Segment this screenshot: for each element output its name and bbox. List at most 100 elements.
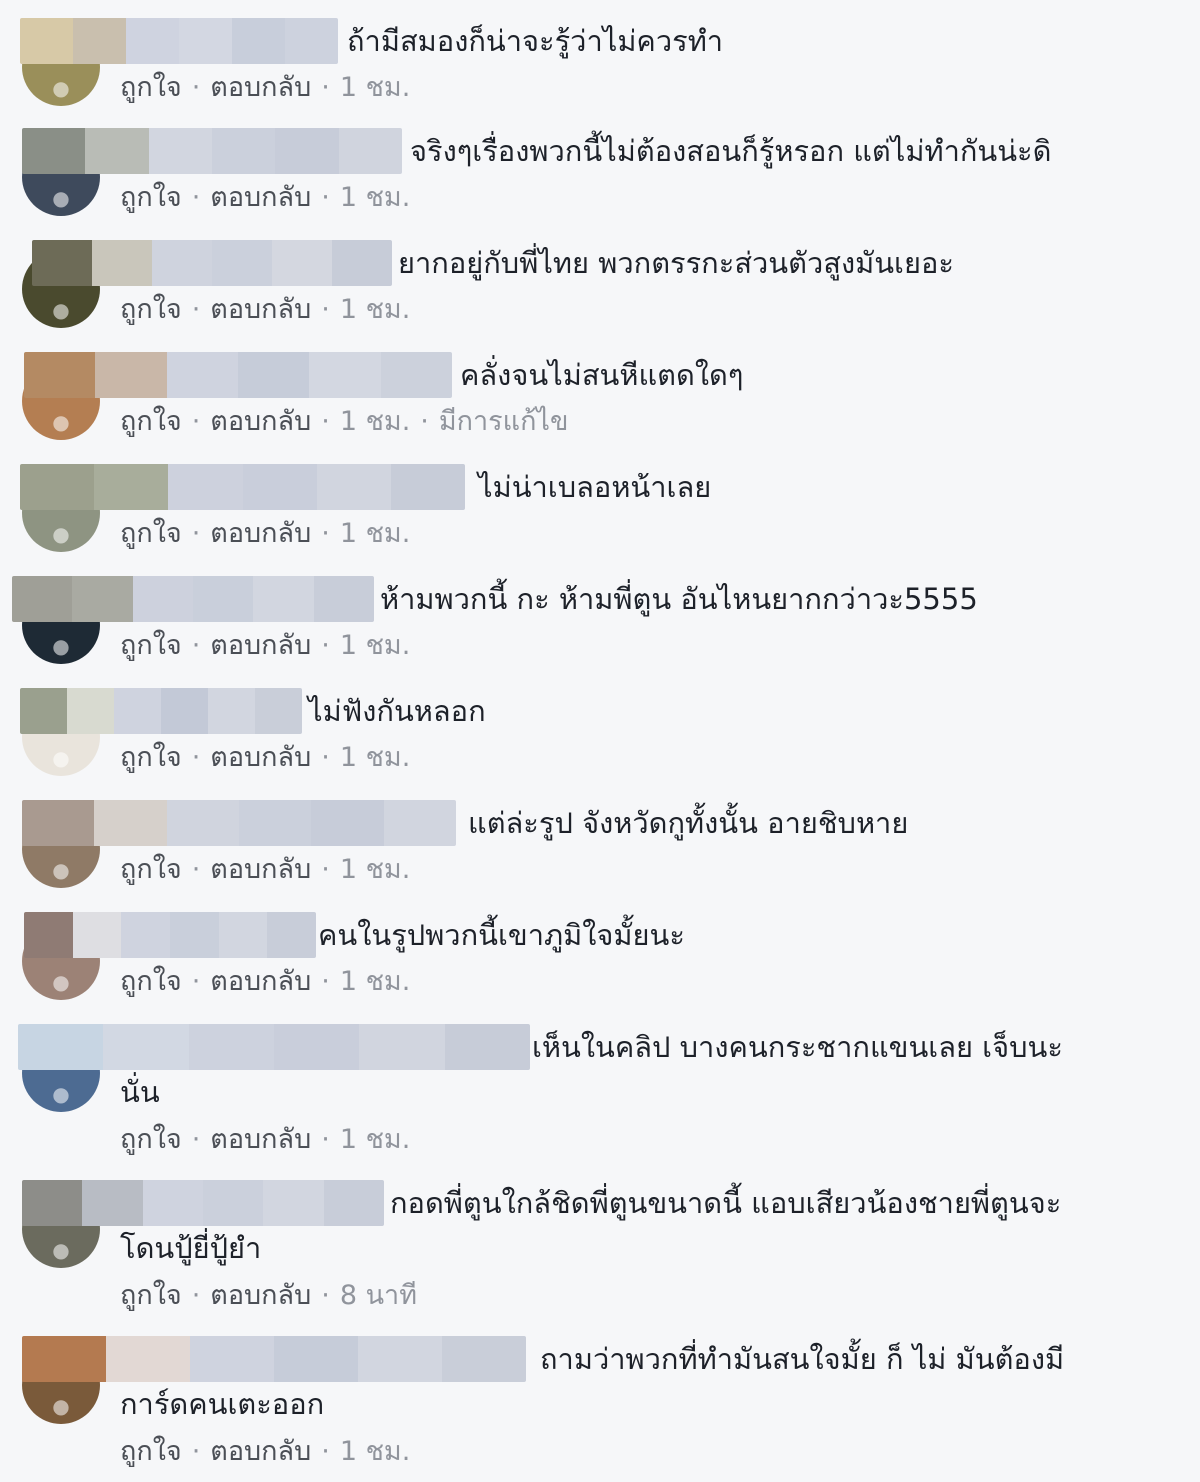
reply-link[interactable]: ตอบกลับ (210, 182, 311, 213)
comment-item: ● คลั่งจนไม่สนหีแตดใดๆ ถูกใจ · ตอบกลับ · 1 ชม.… (0, 352, 1200, 462)
avatar-silhouette-icon: ● (52, 186, 70, 210)
comment-actions: ถูกใจ · ตอบกลับ · 8 นาที (120, 1276, 417, 1316)
comment-actions: ถูกใจ · ตอบกลับ · 1 ชม. (120, 290, 410, 330)
separator-dot: · (321, 1124, 330, 1155)
like-link[interactable]: ถูกใจ (120, 630, 182, 661)
timestamp-link[interactable]: 1 ชม. (340, 966, 410, 997)
comment-list: ● ถ้ามีสมองก็น่าจะรู้ว่าไม่ควรทำถูกใจ · ตอบ… (0, 0, 1200, 1482)
separator-dot: · (420, 406, 429, 437)
reply-link[interactable]: ตอบกลับ (210, 742, 311, 773)
like-link[interactable]: ถูกใจ (120, 518, 182, 549)
comment-item: ● ไม่น่าเบลอหน้าเลยถูกใจ · ตอบกลับ · 1 ชม. (0, 464, 1200, 574)
separator-dot: · (191, 1124, 201, 1155)
author-name-blurred[interactable] (20, 688, 302, 734)
like-link[interactable]: ถูกใจ (120, 966, 182, 997)
reply-link[interactable]: ตอบกลับ (210, 294, 311, 325)
like-link[interactable]: ถูกใจ (120, 406, 182, 437)
comment-actions: ถูกใจ · ตอบกลับ · 1 ชม. (120, 178, 410, 218)
comment-actions: ถูกใจ · ตอบกลับ · 1 ชม. · มีการแก้ไข (120, 402, 568, 442)
reply-link[interactable]: ตอบกลับ (210, 1280, 311, 1311)
comment-item: ● ไม่ฟังกันหลอกถูกใจ · ตอบกลับ · 1 ชม. (0, 688, 1200, 798)
like-link[interactable]: ถูกใจ (120, 72, 182, 103)
timestamp-link[interactable]: 1 ชม. (340, 406, 410, 437)
comment-text: ไม่ฟังกันหลอก (308, 694, 486, 728)
author-name-blurred[interactable] (22, 1180, 384, 1226)
reply-link[interactable]: ตอบกลับ (210, 854, 311, 885)
separator-dot: · (191, 1280, 201, 1311)
author-name-blurred[interactable] (12, 576, 374, 622)
comment-text: คนในรูปพวกนี้เขาภูมิใจมั้ยนะ (318, 918, 685, 952)
like-link[interactable]: ถูกใจ (120, 1436, 182, 1467)
comment-actions: ถูกใจ · ตอบกลับ · 1 ชม. (120, 850, 410, 890)
comment-item: ● จริงๆเรื่องพวกนี้ไม่ต้องสอนก็รู้หรอก แต… (0, 128, 1200, 238)
reply-link[interactable]: ตอบกลับ (210, 406, 311, 437)
separator-dot: · (321, 72, 330, 103)
comment-actions: ถูกใจ · ตอบกลับ · 1 ชม. (120, 68, 410, 108)
avatar-silhouette-icon: ● (52, 858, 70, 882)
author-name-blurred[interactable] (20, 18, 338, 64)
reply-link[interactable]: ตอบกลับ (210, 72, 311, 103)
separator-dot: · (321, 294, 330, 325)
author-name-blurred[interactable] (20, 464, 465, 510)
timestamp-link[interactable]: 1 ชม. (340, 630, 410, 661)
comment-text: ถ้ามีสมองก็น่าจะรู้ว่าไม่ควรทำ (347, 24, 724, 58)
reply-link[interactable]: ตอบกลับ (210, 1436, 311, 1467)
avatar-silhouette-icon: ● (52, 1238, 70, 1262)
timestamp-link[interactable]: 1 ชม. (340, 518, 410, 549)
comment-text-continued: นั่น (120, 1075, 160, 1109)
avatar-silhouette-icon: ● (52, 522, 70, 546)
reply-link[interactable]: ตอบกลับ (210, 1124, 311, 1155)
timestamp-link[interactable]: 1 ชม. (340, 1124, 410, 1155)
avatar-silhouette-icon: ● (52, 746, 70, 770)
timestamp-link[interactable]: 1 ชม. (340, 182, 410, 213)
comment-actions: ถูกใจ · ตอบกลับ · 1 ชม. (120, 962, 410, 1002)
separator-dot: · (321, 1280, 330, 1311)
comment-item: ● แต่ล่ะรูป จังหวัดกูทั้งนั้น อายชิบหาย ถู… (0, 800, 1200, 910)
author-name-blurred[interactable] (24, 912, 316, 958)
separator-dot: · (321, 854, 330, 885)
comment-actions: ถูกใจ · ตอบกลับ · 1 ชม. (120, 1432, 410, 1472)
comment-actions: ถูกใจ · ตอบกลับ · 1 ชม. (120, 738, 410, 778)
author-name-blurred[interactable] (32, 240, 392, 286)
comment-text: คลั่งจนไม่สนหีแตดใดๆ (460, 358, 744, 392)
avatar-silhouette-icon: ● (52, 76, 70, 100)
reply-link[interactable]: ตอบกลับ (210, 630, 311, 661)
author-name-blurred[interactable] (18, 1024, 530, 1070)
comment-item: ● ห้ามพวกนี้ กะ ห้ามพี่ตูน อันไหนยากกว่าว… (0, 576, 1200, 686)
comment-text: ไม่น่าเบลอหน้าเลย (478, 470, 712, 504)
timestamp-link[interactable]: 1 ชม. (340, 72, 410, 103)
comment-text-continued: โดนปู้ยี่ปู้ยำ (120, 1231, 262, 1265)
avatar-silhouette-icon: ● (52, 634, 70, 658)
separator-dot: · (191, 966, 201, 997)
author-name-blurred[interactable] (24, 352, 452, 398)
comment-text: เห็นในคลิป บางคนกระชากแขนเลย เจ็บนะ (532, 1030, 1063, 1064)
comment-item: ● กอดพี่ตูนใกล้ชิดพี่ตูนขนาดนี้ แอบเสียวน… (0, 1180, 1200, 1330)
separator-dot: · (191, 518, 201, 549)
like-link[interactable]: ถูกใจ (120, 742, 182, 773)
comment-actions: ถูกใจ · ตอบกลับ · 1 ชม. (120, 514, 410, 554)
timestamp-link[interactable]: 1 ชม. (340, 742, 410, 773)
separator-dot: · (321, 742, 330, 773)
separator-dot: · (191, 742, 201, 773)
avatar-silhouette-icon: ● (52, 970, 70, 994)
author-name-blurred[interactable] (22, 1336, 526, 1382)
timestamp-link[interactable]: 1 ชม. (340, 1436, 410, 1467)
timestamp-link[interactable]: 1 ชม. (340, 294, 410, 325)
like-link[interactable]: ถูกใจ (120, 182, 182, 213)
separator-dot: · (321, 518, 330, 549)
reply-link[interactable]: ตอบกลับ (210, 966, 311, 997)
separator-dot: · (191, 854, 201, 885)
like-link[interactable]: ถูกใจ (120, 1124, 182, 1155)
like-link[interactable]: ถูกใจ (120, 294, 182, 325)
timestamp-link[interactable]: 8 นาที (340, 1280, 417, 1311)
like-link[interactable]: ถูกใจ (120, 1280, 182, 1311)
author-name-blurred[interactable] (22, 128, 402, 174)
edited-label[interactable]: มีการแก้ไข (439, 406, 569, 437)
reply-link[interactable]: ตอบกลับ (210, 518, 311, 549)
author-name-blurred[interactable] (22, 800, 456, 846)
comment-text: ถามว่าพวกที่ทำมันสนใจมั้ย ก็ ไม่ มันต้อง… (540, 1342, 1065, 1376)
timestamp-link[interactable]: 1 ชม. (340, 854, 410, 885)
comment-item: ● เห็นในคลิป บางคนกระชากแขนเลย เจ็บนะ นั่น… (0, 1024, 1200, 1174)
separator-dot: · (191, 72, 201, 103)
like-link[interactable]: ถูกใจ (120, 854, 182, 885)
